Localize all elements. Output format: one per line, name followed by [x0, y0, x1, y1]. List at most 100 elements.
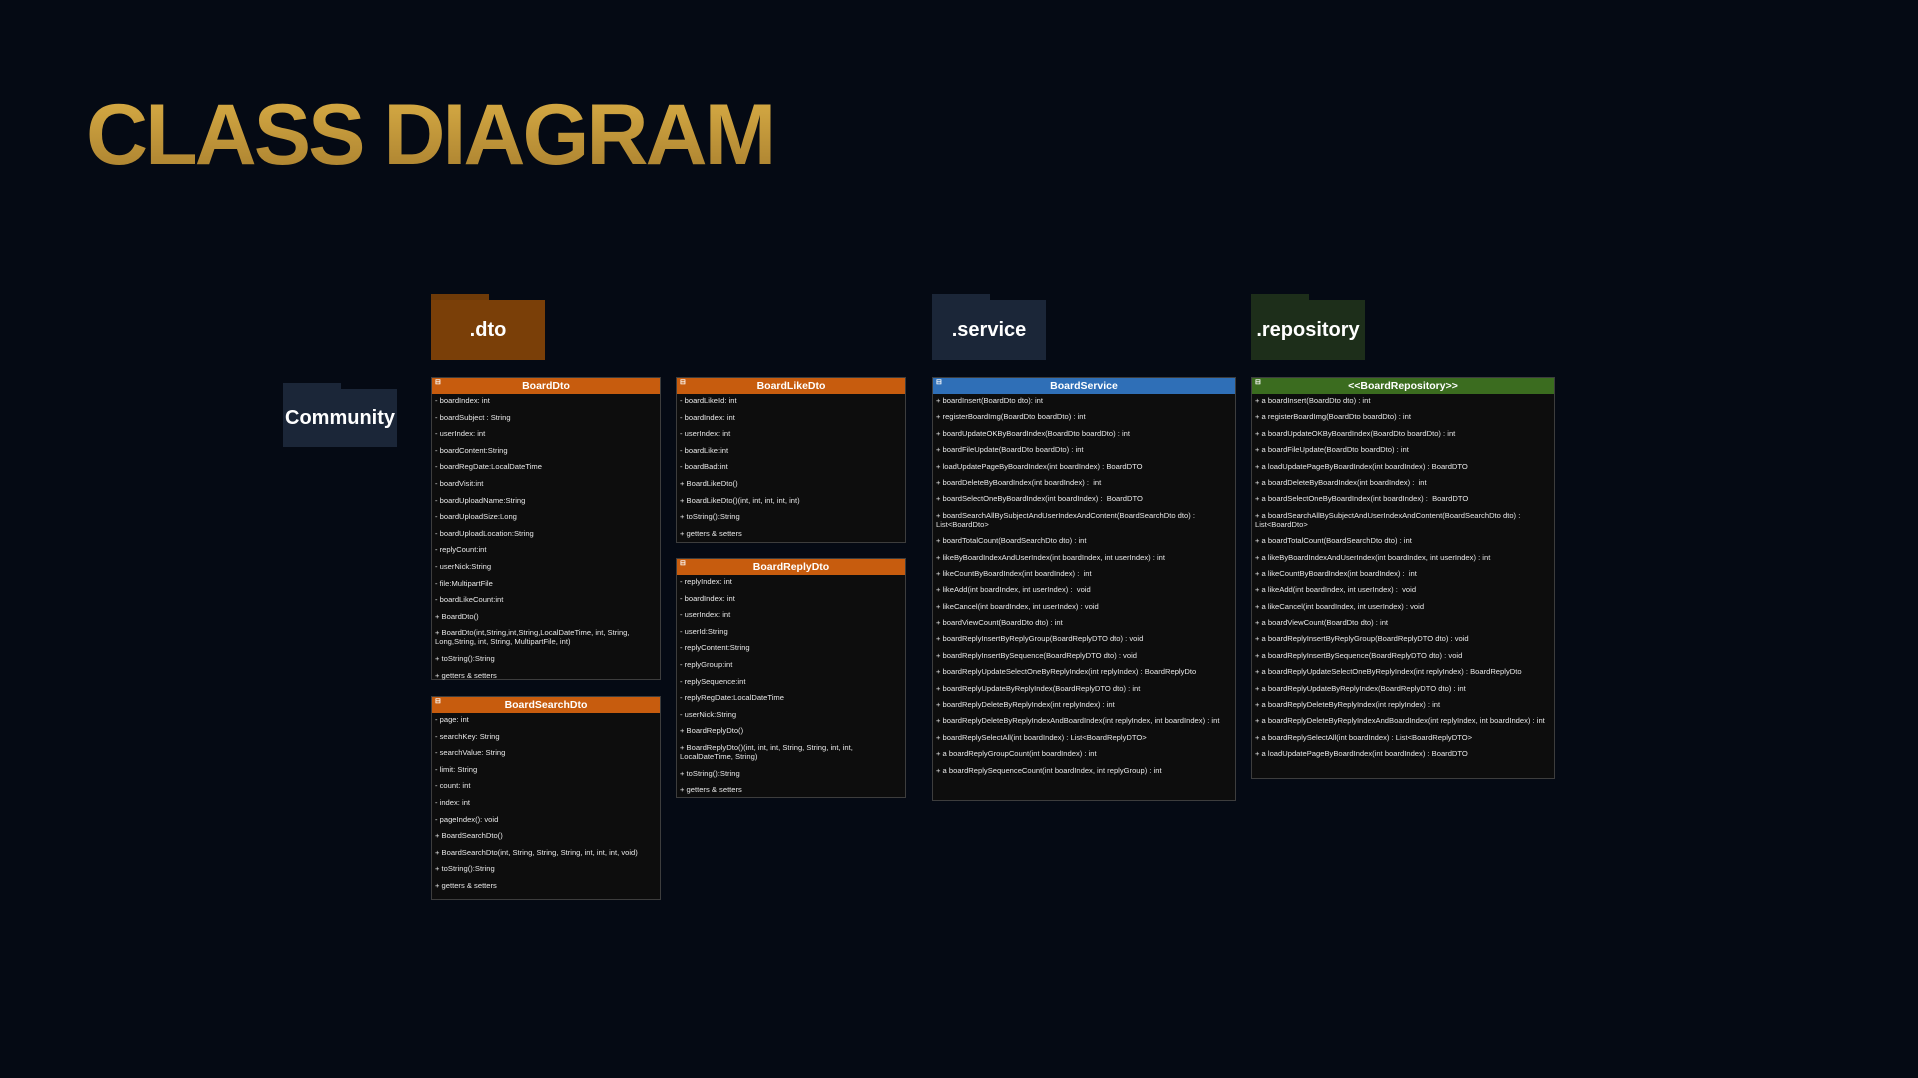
class-member-row: - userIndex: int [680, 429, 731, 439]
class-member-row: + a boardTotalCount(BoardSearchDto dto) … [1255, 536, 1412, 546]
class-member-row: - index: int [435, 797, 471, 807]
class-member-row: + toString():String [435, 864, 495, 874]
class-member-row: - boardLike:int [680, 445, 729, 455]
class-member-row: + a boardReplyInsertByReplyGroup(BoardRe… [1255, 634, 1469, 644]
class-member-row: + getters & setters [680, 528, 742, 538]
class-member-row: + a boardReplySequenceCount(int boardInd… [936, 765, 1162, 775]
dto-package-label: .dto [469, 318, 507, 341]
class-member-row: + a boardReplyUpdateByReplyIndex(BoardRe… [1255, 683, 1466, 693]
class-member-row: - searchValue: String [435, 748, 506, 758]
class-member-row: - limit: String [435, 764, 478, 774]
class-member-row: + likeCountByBoardIndex(int boardIndex) … [936, 568, 1092, 578]
class-member-row: + toString():String [680, 512, 740, 522]
class-member-row: + a boardDeleteByBoardIndex(int boardInd… [1255, 477, 1427, 487]
class-member-row: + boardReplyDeleteByReplyIndex(int reply… [936, 700, 1115, 710]
class-member-row: + registerBoardImg(BoardDto boardDto) : … [936, 412, 1086, 422]
class-box-board-service: ⊟ BoardService + boardInsert(BoardDto dt… [932, 377, 1236, 801]
class-header: ⊟ BoardDto [432, 378, 660, 394]
class-member-row: - boardLikeId: int [680, 396, 737, 405]
class-member-row: - boardRegDate:LocalDateTime [435, 462, 542, 472]
class-member-row: + boardViewCount(BoardDto dto) : int [936, 618, 1063, 628]
class-member-row: + getters & setters [680, 785, 742, 795]
member-list: - replyIndex: int - boardIndex: int - user… [677, 575, 905, 794]
class-member-row: + boardInsert(BoardDto dto): int [936, 396, 1044, 405]
class-box-board-like-dto: ⊟ BoardLikeDto - boardLikeId: int - board… [676, 377, 906, 543]
class-member-row: + a likeByBoardIndexAndUserIndex(int boa… [1255, 552, 1491, 562]
class-member-row: - pageIndex(): void [435, 814, 499, 824]
class-member-row: + a likeCancel(int boardIndex, int userI… [1255, 601, 1425, 611]
class-member-row: - userId:String [680, 626, 728, 636]
class-member-row: - boardVisit:int [435, 478, 484, 488]
class-member-row: - replyRegDate:LocalDateTime [680, 693, 784, 703]
class-member-row: - replyGroup:int [680, 659, 733, 669]
repository-package-label: .repository [1256, 318, 1360, 341]
class-member-row: + a boardReplyDeleteByReplyIndexAndBoard… [1255, 716, 1545, 726]
class-member-row: + BoardDto(int,String,int,String,LocalDa… [435, 628, 632, 647]
class-member-row: + likeCancel(int boardIndex, int userInd… [936, 601, 1099, 611]
member-list: - page: int - searchKey: String - searchVa… [432, 713, 660, 890]
class-member-row: + getters & setters [435, 670, 497, 680]
class-member-row: - searchKey: String [435, 731, 500, 741]
class-member-row: + a loadUpdatePageByBoardIndex(int board… [1255, 461, 1468, 471]
class-member-row: + a boardReplyUpdateSelectOneByReplyInde… [1255, 667, 1522, 677]
class-member-row: - userNick:String [680, 709, 737, 719]
class-header: ⊟ BoardReplyDto [677, 559, 905, 575]
service-package-label: .service [951, 318, 1027, 341]
class-member-row: - boardContent:String [435, 445, 508, 455]
class-member-row: + a boardFileUpdate(BoardDto boardDto) :… [1255, 445, 1409, 455]
folder-body: Community [283, 389, 397, 447]
collapse-toggle-icon: ⊟ [1255, 379, 1261, 386]
class-member-row: + boardTotalCount(BoardSearchDto dto) : … [936, 536, 1087, 546]
class-member-row: + BoardReplyDto()(int, int, int, String,… [680, 742, 855, 761]
member-list: + a boardInsert(BoardDto dto) : int + a r… [1252, 394, 1554, 758]
class-member-row: + a boardReplyDeleteByReplyIndex(int rep… [1255, 700, 1441, 710]
class-member-row: - boardLikeCount:int [435, 595, 504, 605]
class-member-row: + likeAdd(int boardIndex, int userIndex)… [936, 585, 1091, 595]
collapse-toggle-icon: ⊟ [680, 379, 686, 386]
class-name: BoardLikeDto [756, 380, 826, 392]
member-list: - boardLikeId: int - boardIndex: int - use… [677, 394, 905, 538]
class-member-row: - boardIndex: int [680, 593, 735, 603]
class-member-row: - boardSubject : String [435, 412, 511, 422]
class-member-row: + toString():String [680, 768, 740, 778]
class-member-row: + boardDeleteByBoardIndex(int boardIndex… [936, 477, 1102, 487]
class-member-row: + boardReplyDeleteByReplyIndexAndBoardIn… [936, 716, 1220, 726]
class-member-row: + boardReplyInsertBySequence(BoardReplyD… [936, 650, 1137, 660]
class-member-row: - replySequence:int [680, 676, 746, 686]
class-member-row: - userNick:String [435, 561, 492, 571]
class-name: BoardService [1050, 380, 1118, 392]
class-name: BoardReplyDto [752, 561, 830, 573]
class-member-row: + BoardSearchDto(int, String, String, St… [435, 847, 638, 857]
member-list: - boardIndex: int - boardSubject : String… [432, 394, 660, 680]
class-member-row: + a boardReplySelectAll(int boardIndex) … [1255, 732, 1473, 742]
class-member-row: - replyCount:int [435, 545, 487, 555]
class-member-row: - count: int [435, 781, 471, 791]
class-member-row: - userIndex: int [680, 610, 731, 620]
class-member-row: + BoardReplyDto() [680, 726, 744, 736]
class-box-board-search-dto: ⊟ BoardSearchDto - page: int - searchKey:… [431, 696, 661, 900]
class-header: ⊟ <<BoardRepository>> [1252, 378, 1554, 394]
class-member-row: + boardReplySelectAll(int boardIndex) : … [936, 732, 1147, 742]
class-box-board-reply-dto: ⊟ BoardReplyDto - replyIndex: int - board… [676, 558, 906, 798]
repository-package-folder: .repository [1251, 294, 1365, 360]
class-member-row: + loadUpdatePageByBoardIndex(int boardIn… [936, 461, 1143, 471]
member-list: + boardInsert(BoardDto dto): int + regist… [933, 394, 1235, 775]
class-member-row: - boardUploadName:String [435, 495, 526, 505]
folder-body: .service [932, 300, 1046, 360]
class-member-row: + a boardViewCount(BoardDto dto) : int [1255, 618, 1389, 628]
class-member-row: + a likeAdd(int boardIndex, int userInde… [1255, 585, 1417, 595]
dto-package-folder: .dto [431, 294, 545, 360]
class-member-row: + BoardLikeDto()(int, int, int, int, int… [680, 495, 800, 505]
community-package-label: Community [285, 406, 395, 429]
class-name: BoardDto [522, 380, 570, 392]
folder-body: .repository [1251, 300, 1365, 360]
collapse-toggle-icon: ⊟ [680, 560, 686, 567]
class-member-row: + boardSelectOneByBoardIndex(int boardIn… [936, 494, 1143, 504]
class-member-row: + toString():String [435, 653, 495, 663]
class-member-row: + boardReplyUpdateByReplyIndex(BoardRepl… [936, 683, 1141, 693]
class-header: ⊟ BoardSearchDto [432, 697, 660, 713]
class-name: <<BoardRepository>> [1348, 380, 1458, 392]
class-member-row: - userIndex: int [435, 429, 486, 439]
class-member-row: - boardIndex: int [435, 396, 490, 405]
class-member-row: - replyContent:String [680, 643, 750, 653]
